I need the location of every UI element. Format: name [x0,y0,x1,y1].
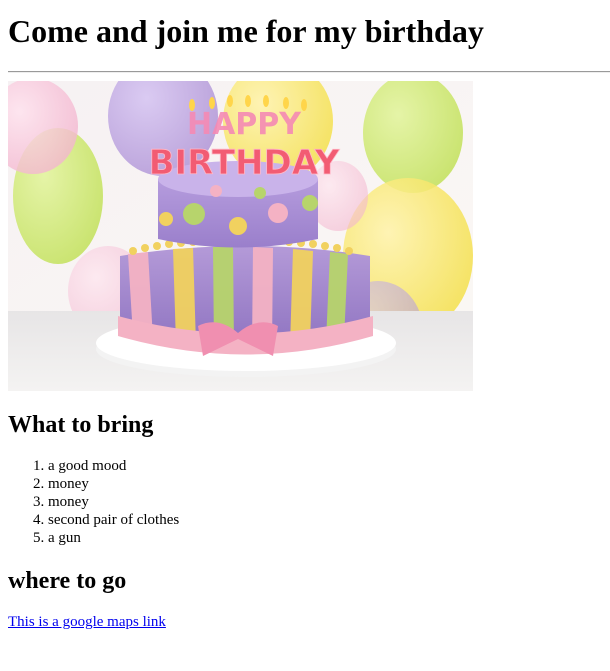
maps-paragraph: This is a google maps link [8,613,610,631]
section-heading-what-to-bring: What to bring [8,412,154,438]
list-item: money [48,493,610,511]
birthday-cake-image: HAPPY BIRTHDAY [8,81,473,391]
bring-list: a good mood money money second pair of c… [8,457,610,547]
divider [8,71,610,73]
happy-candle-text: HAPPY [187,107,302,142]
page-title: Come and join me for my birthday [8,13,484,49]
google-maps-link[interactable]: This is a google maps link [8,614,166,630]
birthday-candle-text: BIRTHDAY [149,143,340,183]
list-item: a gun [48,529,610,547]
page: Come and join me for my birthday HAPPY B… [0,0,610,639]
list-item: a good mood [48,457,610,475]
list-item: money [48,475,610,493]
list-item: second pair of clothes [48,511,610,529]
section-heading-where-to-go: where to go [8,568,127,594]
